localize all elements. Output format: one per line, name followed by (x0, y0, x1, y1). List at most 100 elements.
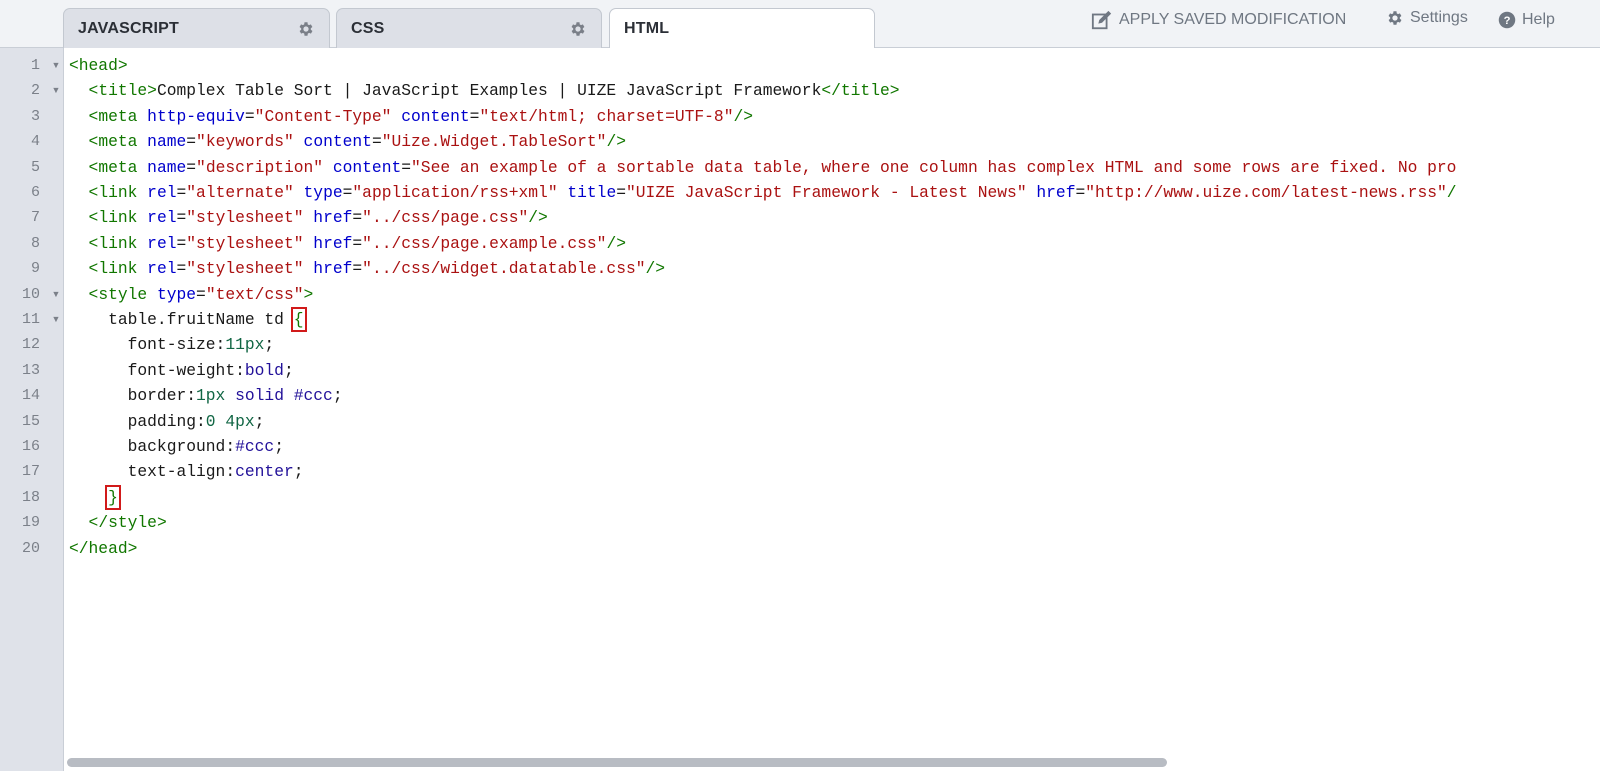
fold-toggle-icon[interactable]: ▼ (50, 307, 62, 332)
code-line[interactable]: <link rel="alternate" type="application/… (69, 180, 1457, 205)
code-editor[interactable]: 1 ▼ 2 ▼ 3 4 5 6 7 8 9 10 ▼ 11 ▼ 12 13 14 15 16 17 18 19 20 <hea… (0, 48, 1600, 771)
code-line[interactable]: <style type="text/css"> (69, 282, 314, 307)
line-number: 18 (21, 488, 40, 506)
code-token: "UIZE JavaScript Framework - Latest News… (626, 183, 1027, 202)
fold-toggle-icon[interactable]: ▼ (50, 78, 62, 103)
code-token: 0 (205, 411, 216, 431)
code-token: font-weight: (69, 360, 245, 380)
code-token: <link (88, 208, 148, 228)
code-area[interactable]: <head> <title>Complex Table Sort | JavaS… (64, 48, 1600, 771)
code-token: <head> (69, 56, 128, 75)
code-token: </title> (821, 81, 900, 101)
line-number: 20 (21, 539, 40, 557)
fold-toggle-icon[interactable]: ▼ (50, 53, 62, 78)
code-token: /> (528, 208, 548, 228)
apply-saved-modification-button[interactable]: APPLY SAVED MODIFICATION (1091, 8, 1346, 32)
code-token: "See an example of a sortable data table… (411, 157, 1457, 177)
code-token: <link (88, 233, 148, 253)
gear-icon[interactable] (297, 20, 315, 38)
tab-label: CSS (351, 20, 385, 37)
line-number: 1 (30, 57, 40, 74)
code-line[interactable]: <meta name="description" content="See an… (69, 155, 1457, 180)
tab-css[interactable]: CSS (336, 8, 602, 48)
code-token: = (352, 233, 363, 253)
code-token: name (147, 157, 187, 177)
code-line[interactable]: <head> (69, 53, 128, 78)
code-token: ; (274, 437, 284, 456)
line-number: 15 (21, 412, 40, 430)
fold-toggle-icon[interactable]: ▼ (50, 282, 62, 307)
code-line[interactable]: <meta name="keywords" content="Uize.Widg… (69, 129, 626, 154)
code-token: = (371, 132, 382, 152)
code-token: border: (69, 386, 197, 406)
tab-javascript[interactable]: JAVASCRIPT (63, 8, 330, 48)
code-token: text-align: (69, 462, 236, 482)
code-line[interactable]: <title>Complex Table Sort | JavaScript E… (69, 78, 900, 103)
code-token: "application/rss+xml" (352, 183, 558, 202)
code-line[interactable]: </head> (69, 536, 137, 561)
code-line[interactable]: <meta http-equiv="Content-Type" content=… (69, 104, 753, 129)
code-token: "keywords" (196, 132, 294, 152)
tab-label: HTML (624, 20, 670, 37)
code-token: ; (264, 335, 275, 355)
code-token: = (186, 157, 197, 177)
code-token: = (616, 183, 627, 202)
code-token: "../css/widget.datatable.css" (362, 259, 646, 279)
help-button[interactable]: ? Help (1498, 8, 1555, 32)
code-line[interactable]: </style> (69, 510, 167, 535)
line-number: 8 (30, 234, 40, 252)
code-line[interactable]: } (69, 484, 121, 510)
code-token: type (156, 284, 197, 304)
settings-button[interactable]: Settings (1386, 6, 1468, 30)
line-number: 11 (21, 311, 40, 328)
code-token: font-size: (69, 335, 226, 355)
code-token: ; (293, 462, 304, 482)
gear-icon[interactable] (569, 20, 587, 38)
gear-icon (1388, 11, 1402, 25)
code-token: ; (332, 386, 343, 406)
code-line[interactable]: font-size:11px; (69, 332, 275, 357)
code-token: </head> (69, 538, 138, 558)
line-number: 3 (30, 107, 40, 125)
code-line[interactable]: table.fruitName td { (69, 307, 307, 332)
code-token: rel (147, 208, 177, 228)
horizontal-scrollbar[interactable] (67, 758, 1167, 767)
code-line[interactable]: background:#ccc; (69, 434, 284, 459)
code-line[interactable]: padding:0 4px; (69, 409, 265, 434)
code-token: "stylesheet" (186, 208, 304, 228)
svg-text:?: ? (1504, 15, 1511, 27)
code-token: "stylesheet" (186, 233, 304, 253)
code-line[interactable]: font-weight:bold; (69, 358, 294, 383)
code-token: 1px (196, 386, 226, 406)
code-token: = (401, 157, 412, 177)
editor-toolbar: JAVASCRIPT CSS HTML APPLY SAVED MODIFICA… (0, 0, 1600, 49)
code-line[interactable]: <link rel="stylesheet" href="../css/page… (69, 231, 626, 256)
question-circle-icon: ? (1498, 11, 1516, 29)
code-token: = (176, 183, 187, 202)
code-token: content (401, 106, 470, 126)
line-number: 5 (30, 158, 40, 176)
code-token: > (303, 284, 314, 304)
code-line[interactable]: text-align:center; (69, 459, 304, 484)
code-line[interactable]: <link rel="stylesheet" href="../css/page… (69, 205, 548, 230)
line-number: 2 (30, 82, 40, 100)
tab-label: JAVASCRIPT (78, 20, 179, 37)
code-token: rel (147, 259, 177, 279)
code-token: "Content-Type" (254, 106, 392, 126)
code-token: "stylesheet" (186, 259, 304, 279)
code-line[interactable]: border:1px solid #ccc; (69, 383, 343, 408)
code-line[interactable]: <link rel="stylesheet" href="../css/widg… (69, 256, 666, 281)
code-token: = (352, 259, 363, 279)
code-token: background: (69, 437, 236, 456)
tab-html[interactable]: HTML (609, 8, 875, 49)
